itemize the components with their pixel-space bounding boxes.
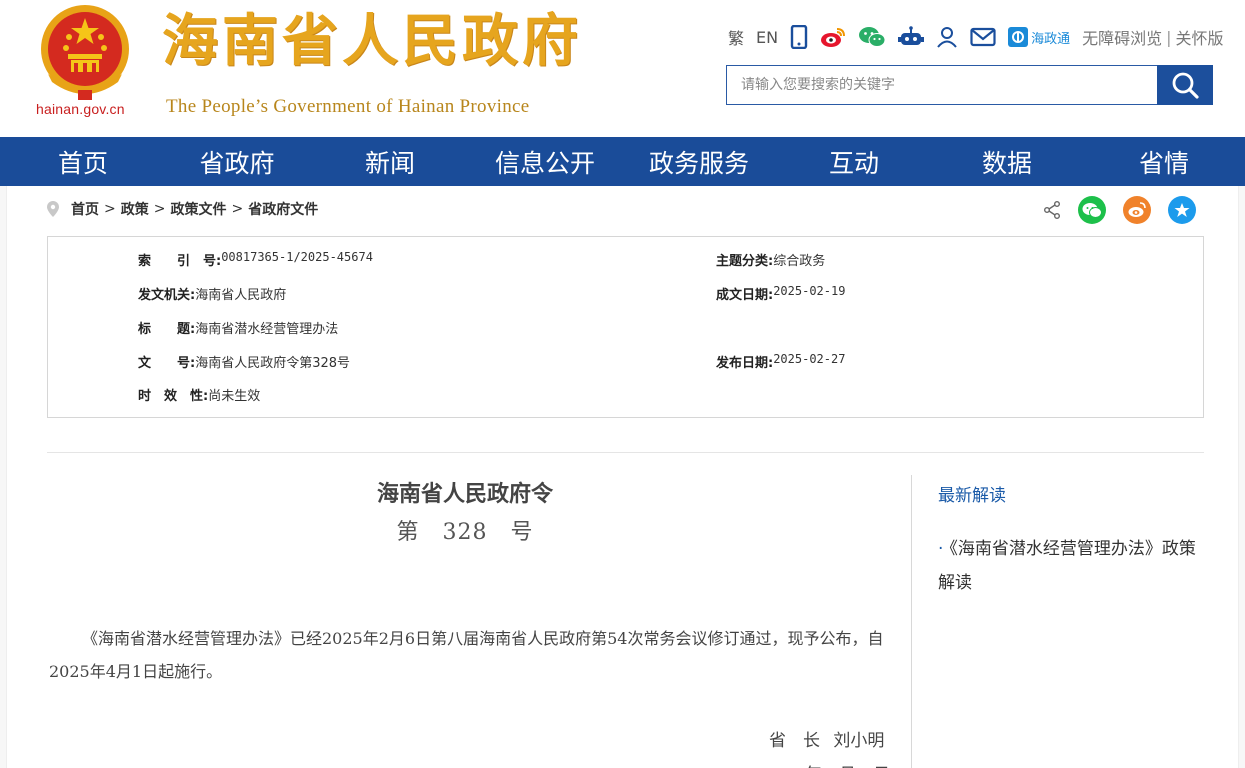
- nav-item-interaction[interactable]: 互动: [804, 137, 904, 186]
- sidebar-divider: [911, 475, 912, 768]
- meta-publish-value: 2025-02-27: [773, 352, 846, 366]
- weibo-share-icon[interactable]: [1123, 196, 1151, 224]
- meta-docno-label: 文 号:: [138, 356, 196, 371]
- nav-item-information-disclosure[interactable]: 信息公开: [480, 137, 610, 186]
- meta-issuer-label: 发文机关:: [138, 288, 196, 303]
- meta-date-label: 成文日期:: [716, 288, 774, 303]
- breadcrumb-separator: >: [153, 201, 166, 217]
- meta-validity-row: 时 效 性: 尚未生效: [138, 385, 260, 404]
- meta-index-value: 00817365-1/2025-45674: [221, 250, 373, 264]
- wechat-icon[interactable]: [858, 24, 886, 50]
- search-icon: [1172, 72, 1199, 99]
- list-bullet: ·: [938, 539, 944, 559]
- meta-index-row: 索 引 号: 00817365-1/2025-45674: [138, 250, 373, 269]
- main-content: 首页 > 政策 > 政策文件 > 省政府文件 索 引 号: 00817365-1…: [6, 186, 1239, 768]
- right-gutter: [1239, 186, 1245, 768]
- toolbar-separator: |: [1166, 27, 1172, 47]
- site-subtitle: The People’s Government of Hainan Provin…: [166, 96, 530, 117]
- meta-title-label: 标 题:: [138, 322, 196, 337]
- robot-icon[interactable]: [898, 24, 925, 50]
- nav-item-data[interactable]: 数据: [957, 137, 1057, 186]
- elderly-mode-link[interactable]: 关怀版: [1176, 24, 1224, 50]
- meta-title-row: 标 题: 海南省潜水经营管理办法: [138, 318, 338, 337]
- search-bar: [726, 65, 1213, 105]
- signature-role: 省 长: [769, 731, 820, 751]
- hainan-app-link[interactable]: 海政通: [1008, 24, 1070, 50]
- national-emblem-logo[interactable]: [38, 4, 132, 104]
- share-icon[interactable]: [1043, 201, 1061, 219]
- meta-date-value: 2025-02-19: [773, 284, 846, 298]
- nav-item-provincial-government[interactable]: 省政府: [180, 137, 294, 186]
- nav-item-government-services[interactable]: 政务服务: [634, 137, 764, 186]
- user-icon[interactable]: [936, 24, 958, 50]
- nav-item-home[interactable]: 首页: [30, 137, 136, 186]
- document-signature: 省 长 刘小明: [769, 726, 884, 751]
- breadcrumb-policy[interactable]: 政策: [121, 199, 149, 219]
- meta-docno-row: 文 号: 海南省人民政府令第328号: [138, 352, 350, 371]
- hainan-app-label: 海政通: [1031, 31, 1071, 47]
- meta-docno-value: 海南省人民政府令第328号: [195, 356, 351, 371]
- wechat-share-icon[interactable]: [1078, 196, 1106, 224]
- accessibility-link[interactable]: 无障碍浏览: [1082, 24, 1162, 50]
- meta-topic-label: 主题分类:: [716, 254, 774, 269]
- traditional-chinese-link[interactable]: 繁: [728, 24, 744, 50]
- sidebar-interpretation-link[interactable]: · 《海南省潜水经营管理办法》政策解读: [938, 532, 1210, 600]
- meta-index-label: 索 引 号:: [138, 254, 222, 269]
- signature-name: 刘小明: [833, 731, 885, 751]
- breadcrumb-home[interactable]: 首页: [71, 199, 99, 219]
- site-title[interactable]: 海南省人民政府: [162, 14, 582, 70]
- mail-icon[interactable]: [970, 24, 996, 50]
- site-domain: hainan.gov.cn: [36, 101, 125, 117]
- site-header: hainan.gov.cn 海南省人民政府 The People’s Gover…: [0, 0, 1245, 137]
- meta-issuer-row: 发文机关: 海南省人民政府: [138, 284, 286, 303]
- english-link[interactable]: EN: [756, 24, 778, 50]
- nav-item-province-overview[interactable]: 省情: [1114, 137, 1214, 186]
- mobile-icon[interactable]: [790, 24, 808, 50]
- sidebar-item-label: 《海南省潜水经营管理办法》政策解读: [938, 539, 1196, 593]
- document-number: 第 328 号: [396, 520, 534, 545]
- meta-title-value: 海南省潜水经营管理办法: [195, 322, 339, 337]
- weibo-icon[interactable]: [820, 24, 846, 50]
- meta-validity-label: 时 效 性:: [138, 389, 209, 404]
- hainan-app-icon: [1008, 27, 1029, 47]
- top-toolbar: 繁 EN 海政通 无障碍浏览 | 关怀版: [728, 24, 1236, 50]
- sidebar-title: 最新解读: [938, 486, 1006, 506]
- search-input[interactable]: [726, 65, 1157, 105]
- document-body: 《海南省潜水经营管理办法》已经2025年2月6日第八届海南省人民政府第54次常务…: [49, 629, 884, 681]
- meta-publish-label: 发布日期:: [716, 356, 774, 371]
- breadcrumb-separator: >: [231, 201, 244, 217]
- meta-issuer-value: 海南省人民政府: [195, 288, 287, 303]
- meta-publish-row: 发布日期: 2025-02-27: [716, 352, 845, 371]
- nav-item-news[interactable]: 新闻: [340, 137, 440, 186]
- share-bar: [1026, 196, 1196, 224]
- document-metadata-panel: 索 引 号: 00817365-1/2025-45674 主题分类: 综合政务 …: [47, 236, 1204, 418]
- breadcrumb-policy-documents[interactable]: 政策文件: [170, 199, 226, 219]
- breadcrumb-provincial-documents[interactable]: 省政府文件: [248, 199, 318, 219]
- favorite-share-icon[interactable]: [1168, 196, 1196, 224]
- meta-topic-row: 主题分类: 综合政务: [716, 250, 825, 269]
- breadcrumb: 首页 > 政策 > 政策文件 > 省政府文件: [47, 198, 318, 220]
- breadcrumb-separator: >: [104, 201, 116, 217]
- document-title: 海南省人民政府令: [376, 481, 553, 507]
- page: hainan.gov.cn 海南省人民政府 The People’s Gover…: [0, 0, 1245, 768]
- document-sign-date: 年 月 日: [805, 760, 890, 768]
- location-pin-icon: [47, 201, 59, 217]
- content-divider: [47, 452, 1204, 453]
- search-button[interactable]: [1157, 65, 1213, 105]
- meta-date-row: 成文日期: 2025-02-19: [716, 284, 845, 303]
- meta-validity-value: 尚未生效: [208, 389, 261, 404]
- main-nav: 首页 省政府 新闻 信息公开 政务服务 互动 数据 省情: [0, 137, 1245, 186]
- meta-topic-value: 综合政务: [773, 254, 826, 269]
